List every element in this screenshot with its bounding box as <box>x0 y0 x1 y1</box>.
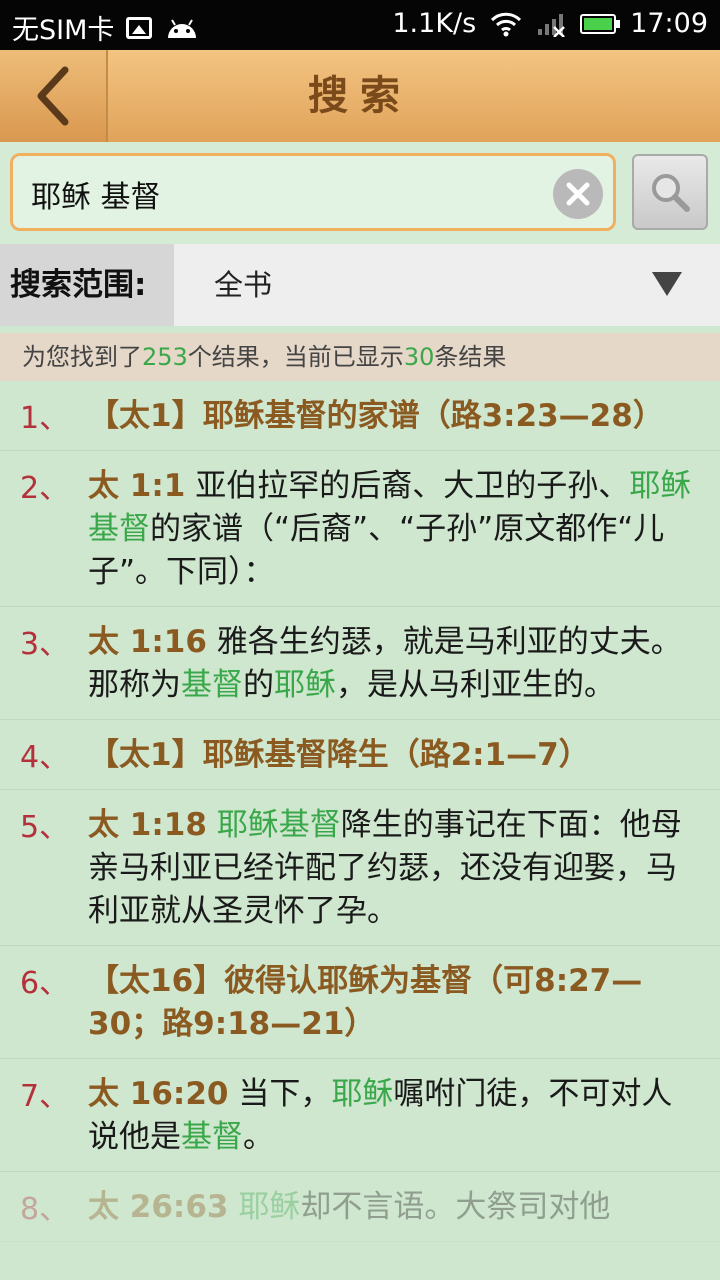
back-button[interactable] <box>0 50 108 142</box>
result-number: 6、 <box>20 966 70 1001</box>
verse-text: 却不言语。大祭司对他 <box>300 1189 611 1225</box>
result-heading: 【太16】彼得认耶稣为基督（可8:27—30；路9:18—21） <box>88 963 643 1042</box>
result-item[interactable]: 8、 太 26:63 耶稣却不言语。大祭司对他 <box>0 1172 720 1242</box>
verse-text: 的家谱（“后裔”、“子孙”原文都作“儿子”。下同）： <box>88 511 665 590</box>
result-item[interactable]: 3、 太 1:16 雅各生约瑟，就是马利亚的丈夫。那称为基督的耶稣，是从马利亚生… <box>0 607 720 720</box>
result-number: 3、 <box>20 627 70 662</box>
android-icon <box>168 18 197 38</box>
close-icon <box>566 182 590 206</box>
scope-row: 搜索范围: 全书 <box>0 244 720 326</box>
result-number: 4、 <box>20 740 70 775</box>
signal-icon <box>538 13 566 37</box>
summary-total-count: 253 <box>142 343 188 371</box>
chevron-left-icon <box>37 66 69 126</box>
magnifier-icon <box>652 174 690 212</box>
verse-text: 亚伯拉罕的后裔、大卫的子孙、 <box>185 468 630 504</box>
summary-prefix: 为您找到了 <box>22 343 142 371</box>
search-row <box>0 142 720 244</box>
clock: 17:09 <box>630 8 708 39</box>
search-box <box>10 153 616 231</box>
gallery-icon <box>126 16 153 39</box>
clear-button[interactable] <box>553 169 603 219</box>
carrier-text: 无SIM卡 <box>12 15 115 46</box>
result-number: 8、 <box>20 1192 70 1227</box>
result-number: 2、 <box>20 471 70 506</box>
dropdown-arrow-icon <box>652 272 682 296</box>
verse-text: 的 <box>243 667 274 703</box>
summary-middle: 个结果，当前已显示 <box>187 343 404 371</box>
result-item[interactable]: 4、 【太1】耶稣基督降生（路2:1—7） <box>0 720 720 790</box>
keyword-highlight: 基督 <box>181 1119 243 1155</box>
summary-suffix: 条结果 <box>434 343 507 371</box>
result-number: 5、 <box>20 810 70 845</box>
scope-value: 全书 <box>214 268 273 302</box>
title-bar: 搜索 <box>0 50 720 143</box>
verse-ref: 太 1:18 <box>88 807 207 843</box>
result-item[interactable]: 1、 【太1】耶稣基督的家谱（路3:23—28） <box>0 381 720 451</box>
scope-dropdown[interactable]: 全书 <box>174 244 720 326</box>
result-item[interactable]: 2、 太 1:1 亚伯拉罕的后裔、大卫的子孙、耶稣基督的家谱（“后裔”、“子孙”… <box>0 451 720 607</box>
result-item[interactable]: 6、 【太16】彼得认耶稣为基督（可8:27—30；路9:18—21） <box>0 946 720 1059</box>
keyword-highlight: 耶稣 <box>331 1076 394 1112</box>
battery-icon <box>580 13 621 34</box>
result-item[interactable]: 7、 太 16:20 当下，耶稣嘱咐门徒，不可对人说他是基督。 <box>0 1059 720 1172</box>
results-list: 1、 【太1】耶稣基督的家谱（路3:23—28） 2、 太 1:1 亚伯拉罕的后… <box>0 381 720 1280</box>
keyword-highlight: 耶稣 <box>274 667 336 703</box>
verse-text: 。 <box>243 1119 274 1155</box>
keyword-highlight: 基督 <box>181 667 243 703</box>
page-title: 搜索 <box>308 73 412 119</box>
result-heading: 【太1】耶稣基督的家谱（路3:23—28） <box>88 398 664 434</box>
verse-text: 当下， <box>228 1076 332 1112</box>
result-heading: 【太1】耶稣基督降生（路2:1—7） <box>88 737 590 773</box>
result-item[interactable]: 5、 太 1:18 耶稣基督降生的事记在下面：他母亲马利亚已经许配了约瑟，还没有… <box>0 790 720 946</box>
search-input[interactable] <box>29 168 553 220</box>
scope-label: 搜索范围: <box>0 244 174 326</box>
verse-ref: 太 26:63 <box>88 1189 229 1225</box>
result-number: 7、 <box>20 1079 70 1114</box>
search-button[interactable] <box>632 154 708 230</box>
keyword-highlight: 耶稣基督 <box>206 807 341 843</box>
verse-ref: 太 16:20 <box>88 1076 229 1112</box>
network-speed: 1.1K/s <box>392 8 477 39</box>
result-summary: 为您找到了253个结果，当前已显示30条结果 <box>0 333 720 381</box>
summary-shown-count: 30 <box>403 343 435 371</box>
verse-ref: 太 1:1 <box>88 468 186 504</box>
result-number: 1、 <box>20 401 70 436</box>
status-bar: 无SIM卡 1.1K/s 17:09 <box>0 0 720 50</box>
verse-text: ，是从马利亚生的。 <box>336 667 615 703</box>
verse-ref: 太 1:16 <box>88 624 207 660</box>
keyword-highlight: 耶稣 <box>228 1189 301 1225</box>
wifi-icon <box>491 12 522 36</box>
